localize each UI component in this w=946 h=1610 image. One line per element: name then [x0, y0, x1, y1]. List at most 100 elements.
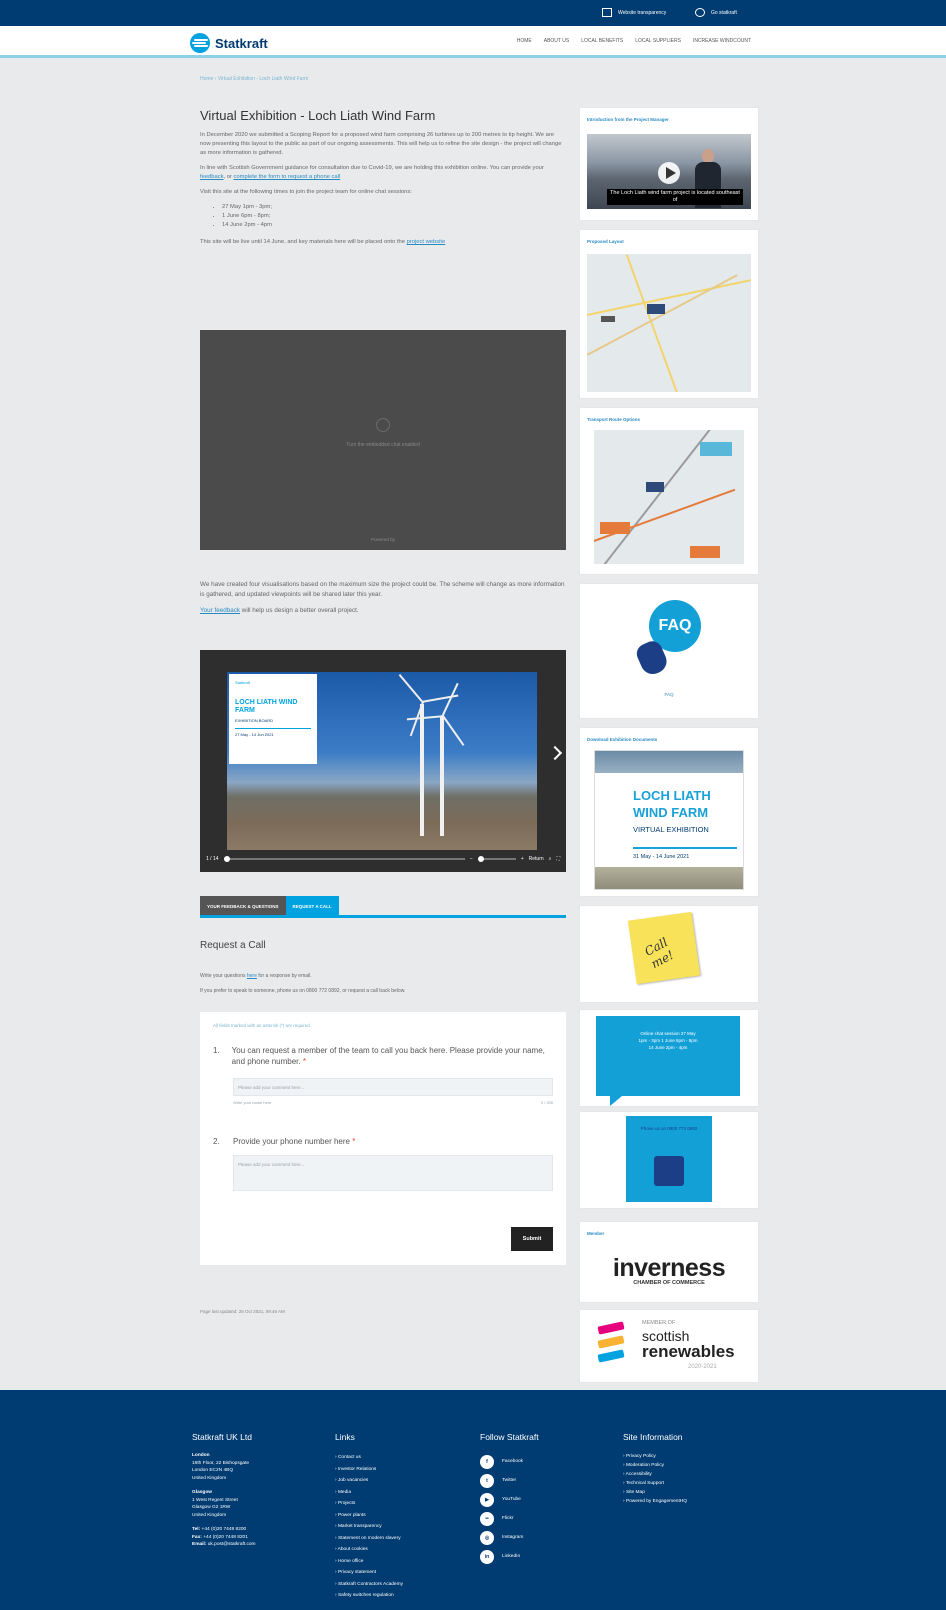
phone-call-form-link[interactable]: complete the form to request a phone cal… [234, 174, 341, 180]
search-icon[interactable]: ⌕ [549, 856, 552, 862]
faq-widget[interactable]: FAQ FAQ [580, 584, 758, 718]
site-info-link[interactable]: Moderation Policy [623, 1461, 687, 1470]
visualisations-text: We have created four visualisations base… [200, 580, 566, 621]
slide-title-card: Statkraft LOCH LIATH WIND FARM EXHIBITIO… [229, 674, 317, 764]
layout-map-widget: Proposed Layout [580, 230, 758, 398]
social-twitter[interactable]: t Twitter [480, 1471, 539, 1490]
page-title: Virtual Exhibition - Loch Liath Wind Far… [200, 108, 436, 123]
route-label [700, 442, 732, 456]
slide-brand: Statkraft [235, 680, 250, 685]
footer-site-info-title: Site Information [623, 1432, 683, 1442]
facebook-icon: f [480, 1454, 494, 1469]
turbine-blade [422, 695, 459, 703]
social-linkedin[interactable]: in LinkedIn [480, 1547, 539, 1566]
transparency-label: Website transparency [618, 9, 667, 16]
your-feedback-link[interactable]: Your feedback [200, 607, 240, 614]
footer-link[interactable]: Privacy statement [335, 1567, 403, 1579]
site-info-link[interactable]: Site Map [623, 1488, 687, 1497]
footer-link[interactable]: Contact us [335, 1452, 403, 1464]
intro-video[interactable]: The Loch Liath wind farm project is loca… [587, 134, 751, 209]
call-me-widget[interactable]: Call me! [580, 906, 758, 1002]
feedback-paragraph: Your feedback will help us design a bett… [200, 607, 359, 614]
question-2-label: Provide your phone number here * [233, 1137, 356, 1146]
address-line: United Kingdom [192, 1475, 227, 1481]
phone-number-input[interactable]: Please add your comment here... [233, 1155, 553, 1191]
address-line: London EC2N 4BQ [192, 1468, 234, 1473]
zoom-out-icon[interactable]: − [470, 856, 473, 862]
request-call-form: All fields marked with an asterisk (*) a… [200, 1012, 566, 1265]
required-fields-note: All fields marked with an asterisk (*) a… [213, 1023, 312, 1028]
live-until-paragraph: This site will be live until 14 June, an… [200, 239, 446, 245]
nav-increase-windcount[interactable]: INCREASE WINDCOUNT [693, 38, 751, 44]
feedback-link[interactable]: feedback [200, 174, 224, 180]
footer-link[interactable]: Job vacancies [335, 1475, 403, 1487]
footer-link[interactable]: About cookies [335, 1544, 403, 1556]
logo-text: Statkraft [215, 35, 268, 51]
next-slide-icon[interactable] [547, 745, 563, 761]
map-title: Proposed Layout [587, 239, 624, 244]
site-info-link[interactable]: Powered by EngagementHQ [623, 1497, 687, 1506]
transparency-link[interactable]: Website transparency [602, 8, 666, 17]
social-youtube[interactable]: ▶ YouTube [480, 1490, 539, 1509]
site-header: Statkraft HOME ABOUT US LOCAL BENEFITS L… [0, 26, 946, 58]
footer-links-title: Links [335, 1432, 355, 1442]
footer-link[interactable]: Investor Relations [335, 1464, 403, 1476]
footer-link[interactable]: Statement on modern slavery [335, 1533, 403, 1545]
phone-widget[interactable]: Phone us on 0800 772 0892 [580, 1112, 758, 1208]
footer-link[interactable]: Statkraft Contractors Academy [335, 1579, 403, 1591]
footer-link[interactable]: Market transparency [335, 1521, 403, 1533]
zoom-in-icon[interactable]: + [521, 856, 524, 862]
footer-link[interactable]: Home office [335, 1556, 403, 1568]
footer-company-title: Statkraft UK Ltd [192, 1432, 252, 1442]
visualisations-paragraph: We have created four visualisations base… [200, 581, 565, 598]
go-statkraft-link[interactable]: Go statkraft [695, 8, 737, 17]
write-questions-text: Write your questions here for a response… [200, 973, 312, 979]
telephone: Tel: +44 (0)20 7448 8200 [192, 1527, 247, 1532]
statkraft-logo[interactable]: Statkraft [190, 33, 268, 53]
footer-link[interactable]: Media [335, 1487, 403, 1499]
name-phone-input[interactable]: Please add your comment here... [233, 1078, 553, 1096]
site-info-link[interactable]: Privacy Policy [623, 1452, 687, 1461]
site-info-link[interactable]: Technical Support [623, 1479, 687, 1488]
chat-embed[interactable]: Turn the embedded chat enabled Powered b… [200, 330, 566, 550]
list-item: 1 June 6pm - 8pm; [222, 212, 566, 221]
site-info-link[interactable]: Accessibility [623, 1470, 687, 1479]
scottish-renewables-widget[interactable]: MEMBER OF scottish renewables 2020-2021 [580, 1310, 758, 1382]
nav-local-benefits[interactable]: LOCAL BENEFITS [581, 38, 623, 44]
social-flickr[interactable]: •• Flickr [480, 1509, 539, 1528]
project-website-link[interactable]: project website [407, 239, 446, 245]
tab-request-a-call[interactable]: REQUEST A CALL [285, 896, 339, 915]
question-1: 1. You can request a member of the team … [213, 1045, 553, 1067]
exhibition-slider[interactable]: Statkraft LOCH LIATH WIND FARM EXHIBITIO… [200, 650, 566, 872]
list-item: 14 June 2pm - 4pm [222, 221, 566, 230]
fullscreen-icon[interactable]: ⛶ [556, 856, 560, 862]
proposed-layout-map[interactable] [587, 254, 751, 392]
nav-local-suppliers[interactable]: LOCAL SUPPLIERS [635, 38, 681, 44]
exhibition-document-cover[interactable]: LOCH LIATH WIND FARM VIRTUAL EXHIBITION … [594, 750, 744, 890]
route-label [646, 482, 664, 492]
footer-link[interactable]: Safety switches regulation [335, 1590, 403, 1602]
tab-feedback-questions[interactable]: YOUR FEEDBACK & QUESTIONS [200, 896, 286, 915]
questions-here-link[interactable]: here [247, 973, 257, 979]
turbine-blade [442, 683, 459, 717]
map-label [601, 316, 615, 322]
name-input-hint: Write your name here [233, 1100, 272, 1105]
renewables-word: renewables [642, 1342, 735, 1361]
footer-link[interactable]: Projects [335, 1498, 403, 1510]
zoom-slider[interactable] [477, 856, 516, 862]
transport-route-map[interactable] [594, 430, 744, 564]
breadcrumb[interactable]: Home › Virtual Exhibition - Loch Liath W… [200, 76, 308, 82]
chat-session-widget[interactable]: Online chat session 27 May 1pm - 3pm 1 J… [580, 1010, 758, 1106]
turbine-tower [440, 716, 444, 836]
submit-button[interactable]: Submit [511, 1227, 553, 1251]
social-facebook[interactable]: f Facebook [480, 1452, 539, 1471]
social-instagram[interactable]: ◎ Instagram [480, 1528, 539, 1547]
nav-about-us[interactable]: ABOUT US [544, 38, 569, 44]
footer-link[interactable]: Power plants [335, 1510, 403, 1522]
return-button[interactable]: Return [529, 856, 544, 862]
nav-home[interactable]: HOME [517, 38, 532, 44]
faq-link[interactable]: FAQ [587, 692, 751, 697]
slide-progress-track[interactable] [223, 856, 465, 862]
email[interactable]: Email: uk.post@statkraft.com [192, 1541, 256, 1549]
inverness-chamber-logo[interactable]: inverness [580, 1254, 758, 1283]
